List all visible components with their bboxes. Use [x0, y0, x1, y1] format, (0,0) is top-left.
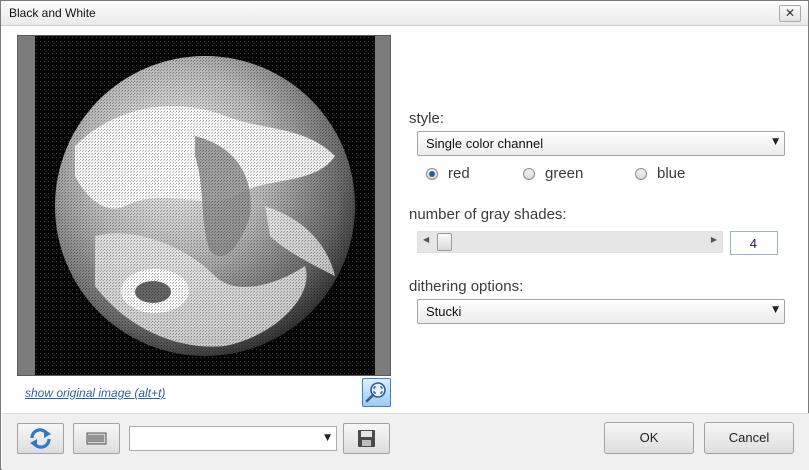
chevron-down-icon: ▼: [772, 137, 779, 147]
slider-thumb[interactable]: [437, 233, 452, 251]
radio-red-indicator[interactable]: [426, 168, 438, 180]
zoom-fit-icon: [365, 382, 386, 403]
radio-blue-label: blue: [657, 165, 686, 182]
gray-shades-slider[interactable]: ◀ ▶: [417, 231, 723, 253]
show-original-link[interactable]: show original image (alt+t): [25, 386, 165, 400]
radio-green-indicator[interactable]: [523, 168, 535, 180]
preview-image: [35, 36, 375, 375]
slider-right-arrow-icon[interactable]: ▶: [711, 235, 717, 244]
bottom-toolbar: ▼ OK Cancel: [2, 413, 809, 470]
close-icon: ✕: [784, 6, 796, 20]
ok-button[interactable]: OK: [604, 422, 694, 454]
earth-preview-graphic: [35, 36, 375, 375]
radio-red-label: red: [448, 165, 470, 182]
style-dropdown-value: Single color channel: [426, 136, 544, 151]
close-button[interactable]: ✕: [779, 5, 801, 22]
save-preset-button[interactable]: [343, 423, 390, 454]
dialog-window: Black and White ✕ show original image (a…: [0, 0, 809, 470]
chevron-down-icon: ▼: [772, 305, 779, 315]
window-title: Black and White: [9, 6, 96, 20]
cancel-button[interactable]: Cancel: [704, 422, 794, 454]
preview-frame: [17, 35, 391, 376]
refresh-icon: [30, 428, 51, 449]
dithering-dropdown[interactable]: Stucki ▼: [417, 299, 785, 324]
randomize-button[interactable]: [73, 423, 120, 454]
radio-blue-indicator[interactable]: [635, 168, 647, 180]
keyboard-icon: [86, 432, 107, 445]
slider-left-arrow-icon[interactable]: ◀: [423, 235, 429, 244]
radio-green-label: green: [545, 165, 584, 182]
preset-dropdown[interactable]: ▼: [129, 426, 337, 451]
gray-shades-label: number of gray shades:: [409, 206, 567, 223]
style-dropdown[interactable]: Single color channel ▼: [417, 131, 785, 156]
chevron-down-icon: ▼: [324, 433, 331, 443]
gray-shades-value-input[interactable]: 4: [730, 231, 778, 255]
title-bar[interactable]: Black and White ✕: [1, 1, 808, 26]
refresh-button[interactable]: [17, 423, 64, 454]
save-preset-icon: [358, 430, 375, 447]
dithering-label: dithering options:: [409, 278, 524, 295]
zoom-fit-button[interactable]: [362, 378, 391, 407]
dithering-dropdown-value: Stucki: [426, 304, 462, 319]
style-label: style:: [409, 110, 445, 127]
